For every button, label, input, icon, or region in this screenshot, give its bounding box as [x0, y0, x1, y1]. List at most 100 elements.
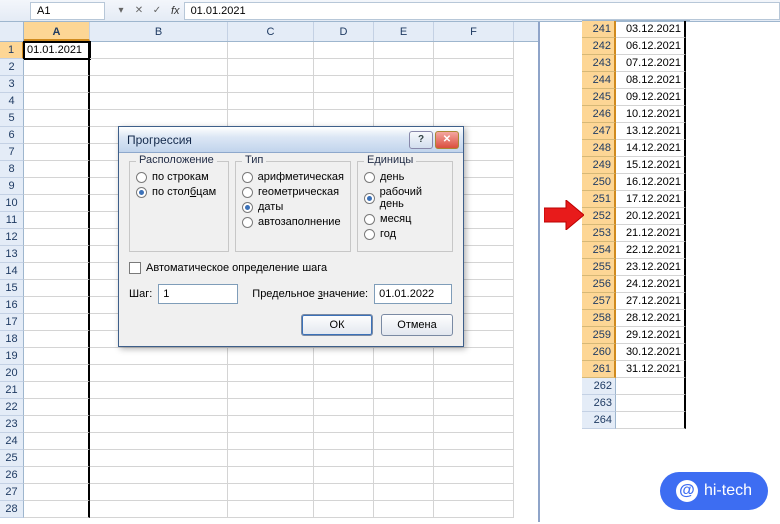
result-row-header-263[interactable]: 263: [582, 395, 616, 412]
cell-A5[interactable]: [24, 110, 90, 127]
cell-B21[interactable]: [90, 382, 228, 399]
result-row-header-259[interactable]: 259: [582, 327, 616, 344]
cell-A21[interactable]: [24, 382, 90, 399]
cell-E24[interactable]: [374, 433, 434, 450]
cell-F21[interactable]: [434, 382, 514, 399]
cell-F24[interactable]: [434, 433, 514, 450]
cell-A28[interactable]: [24, 501, 90, 518]
cell-D28[interactable]: [314, 501, 374, 518]
cell-D21[interactable]: [314, 382, 374, 399]
result-cell-262[interactable]: [616, 378, 686, 395]
cell-A17[interactable]: [24, 314, 90, 331]
cell-A27[interactable]: [24, 484, 90, 501]
cell-A12[interactable]: [24, 229, 90, 246]
cell-B2[interactable]: [90, 59, 228, 76]
cell-C23[interactable]: [228, 416, 314, 433]
cell-A24[interactable]: [24, 433, 90, 450]
row-header-22[interactable]: 22: [0, 399, 24, 416]
cell-E20[interactable]: [374, 365, 434, 382]
radio-geom[interactable]: геометрическая: [242, 186, 344, 198]
result-row-header-258[interactable]: 258: [582, 310, 616, 327]
cell-F25[interactable]: [434, 450, 514, 467]
row-header-6[interactable]: 6: [0, 127, 24, 144]
col-header-C[interactable]: C: [228, 22, 314, 41]
cell-C25[interactable]: [228, 450, 314, 467]
cell-F19[interactable]: [434, 348, 514, 365]
result-cell-242[interactable]: 06.12.2021: [616, 38, 686, 55]
cell-B1[interactable]: [90, 42, 228, 59]
step-input[interactable]: [158, 284, 238, 304]
radio-dates[interactable]: даты: [242, 201, 344, 213]
row-header-11[interactable]: 11: [0, 212, 24, 229]
fx-icon[interactable]: fx: [171, 5, 180, 17]
cell-D20[interactable]: [314, 365, 374, 382]
cell-A25[interactable]: [24, 450, 90, 467]
result-cell-248[interactable]: 14.12.2021: [616, 140, 686, 157]
result-cell-249[interactable]: 15.12.2021: [616, 157, 686, 174]
result-cell-247[interactable]: 13.12.2021: [616, 123, 686, 140]
result-cell-252[interactable]: 20.12.2021: [616, 208, 686, 225]
cell-C5[interactable]: [228, 110, 314, 127]
dialog-titlebar[interactable]: Прогрессия ? ✕: [119, 127, 463, 153]
cell-E25[interactable]: [374, 450, 434, 467]
cell-C1[interactable]: [228, 42, 314, 59]
cell-D23[interactable]: [314, 416, 374, 433]
cell-E4[interactable]: [374, 93, 434, 110]
col-header-D[interactable]: D: [314, 22, 374, 41]
radio-year[interactable]: год: [364, 228, 446, 240]
result-cell-253[interactable]: 21.12.2021: [616, 225, 686, 242]
result-row-header-250[interactable]: 250: [582, 174, 616, 191]
result-cell-260[interactable]: 30.12.2021: [616, 344, 686, 361]
result-cell-254[interactable]: 22.12.2021: [616, 242, 686, 259]
result-row-header-257[interactable]: 257: [582, 293, 616, 310]
result-row-header-256[interactable]: 256: [582, 276, 616, 293]
row-header-28[interactable]: 28: [0, 501, 24, 518]
result-cell-261[interactable]: 31.12.2021: [616, 361, 686, 378]
result-row-header-248[interactable]: 248: [582, 140, 616, 157]
row-header-23[interactable]: 23: [0, 416, 24, 433]
result-cell-259[interactable]: 29.12.2021: [616, 327, 686, 344]
cell-F28[interactable]: [434, 501, 514, 518]
row-header-7[interactable]: 7: [0, 144, 24, 161]
cell-C22[interactable]: [228, 399, 314, 416]
row-header-4[interactable]: 4: [0, 93, 24, 110]
radio-day[interactable]: день: [364, 171, 446, 183]
cell-A7[interactable]: [24, 144, 90, 161]
close-button[interactable]: ✕: [435, 131, 459, 149]
result-row-header-243[interactable]: 243: [582, 55, 616, 72]
radio-by-cols[interactable]: по столбцам: [136, 186, 222, 198]
cell-B22[interactable]: [90, 399, 228, 416]
cell-A13[interactable]: [24, 246, 90, 263]
cell-E23[interactable]: [374, 416, 434, 433]
cell-F27[interactable]: [434, 484, 514, 501]
result-row-header-246[interactable]: 246: [582, 106, 616, 123]
cell-D2[interactable]: [314, 59, 374, 76]
result-cell-256[interactable]: 24.12.2021: [616, 276, 686, 293]
cell-D19[interactable]: [314, 348, 374, 365]
cell-C19[interactable]: [228, 348, 314, 365]
result-row-header-262[interactable]: 262: [582, 378, 616, 395]
row-header-21[interactable]: 21: [0, 382, 24, 399]
cell-F20[interactable]: [434, 365, 514, 382]
cell-A16[interactable]: [24, 297, 90, 314]
row-header-1[interactable]: 1: [0, 42, 24, 59]
cell-D5[interactable]: [314, 110, 374, 127]
cell-C20[interactable]: [228, 365, 314, 382]
result-row-header-260[interactable]: 260: [582, 344, 616, 361]
select-all-corner[interactable]: [0, 22, 24, 41]
row-header-20[interactable]: 20: [0, 365, 24, 382]
cell-E2[interactable]: [374, 59, 434, 76]
cell-E21[interactable]: [374, 382, 434, 399]
cell-C2[interactable]: [228, 59, 314, 76]
row-header-17[interactable]: 17: [0, 314, 24, 331]
cell-B4[interactable]: [90, 93, 228, 110]
radio-by-rows[interactable]: по строкам: [136, 171, 222, 183]
row-header-2[interactable]: 2: [0, 59, 24, 76]
result-row-header-241[interactable]: 241: [582, 21, 616, 38]
row-header-3[interactable]: 3: [0, 76, 24, 93]
cell-A2[interactable]: [24, 59, 90, 76]
enter-icon[interactable]: ✓: [149, 3, 165, 19]
row-header-12[interactable]: 12: [0, 229, 24, 246]
row-header-24[interactable]: 24: [0, 433, 24, 450]
auto-step-checkbox[interactable]: Автоматическое определение шага: [129, 262, 453, 274]
